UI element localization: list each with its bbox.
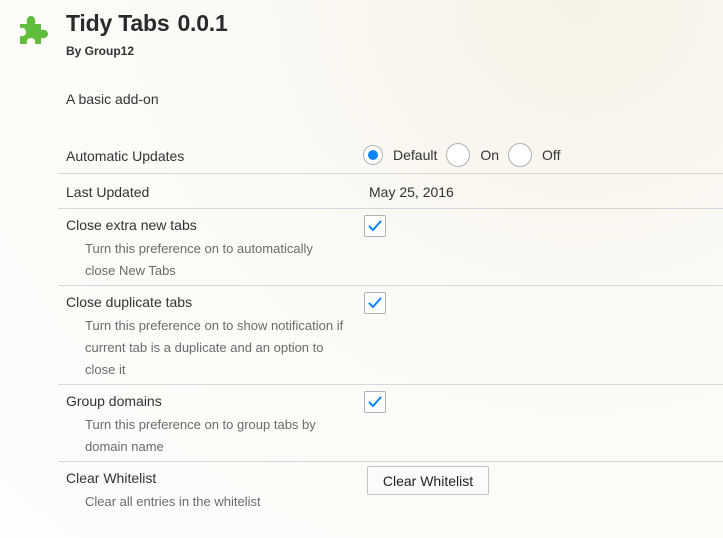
checkmark-icon (368, 396, 382, 407)
addon-title: Tidy Tabs (66, 10, 170, 36)
pref-label: Close extra new tabs (66, 217, 197, 233)
pref-label: Close duplicate tabs (66, 294, 193, 310)
radio-on[interactable] (446, 143, 471, 167)
addon-version: 0.0.1 (177, 10, 228, 36)
radio-on-label[interactable]: On (480, 147, 499, 163)
automatic-updates-label: Automatic Updates (66, 148, 185, 164)
clear-whitelist-help: Clear all entries in the whitelist (85, 494, 261, 509)
clear-whitelist-label: Clear Whitelist (66, 470, 157, 486)
pref-help-line: Turn this preference on to group tabs by (85, 417, 316, 432)
automatic-updates-radio-group: Default On Off (363, 143, 569, 167)
pref-row-close-extra-new-tabs: Close extra new tabs Turn this preferenc… (58, 208, 723, 285)
clear-whitelist-row: Clear Whitelist Clear all entries in the… (58, 461, 723, 521)
radio-default[interactable] (363, 145, 383, 165)
pref-help-line: domain name (85, 439, 164, 454)
radio-selected-dot (368, 150, 378, 160)
pref-help-line: Turn this preference on to show notifica… (85, 318, 344, 333)
addon-description: A basic add-on (66, 91, 159, 107)
pref-help: Turn this preference on to group tabs by… (85, 414, 375, 458)
pref-help-line: close it (85, 362, 126, 377)
last-updated-row: Last Updated May 25, 2016 (58, 173, 723, 208)
group-domains-checkbox[interactable] (364, 391, 386, 413)
addon-creator: By Group12 (66, 44, 135, 58)
pref-row-group-domains: Group domains Turn this preference on to… (58, 384, 723, 461)
radio-off[interactable] (508, 143, 533, 167)
pref-help-line: current tab is a duplicate and an option… (85, 340, 324, 355)
checkmark-icon (368, 220, 382, 231)
pref-row-close-duplicate-tabs: Close duplicate tabs Turn this preferenc… (58, 285, 723, 384)
pref-help-line: close New Tabs (85, 263, 176, 278)
clear-whitelist-button[interactable]: Clear Whitelist (367, 466, 489, 495)
last-updated-value: May 25, 2016 (369, 184, 454, 200)
pref-help: Turn this preference on to automatically… (85, 238, 375, 282)
pref-label: Group domains (66, 393, 162, 409)
automatic-updates-row: Automatic Updates Default On Off (58, 140, 723, 173)
radio-default-label[interactable]: Default (393, 147, 437, 163)
radio-off-label[interactable]: Off (542, 147, 560, 163)
last-updated-label: Last Updated (66, 184, 150, 200)
puzzle-piece-icon (17, 14, 49, 46)
pref-help-line: Turn this preference on to automatically (85, 241, 313, 256)
checkmark-icon (368, 297, 382, 308)
close-extra-new-tabs-checkbox[interactable] (364, 215, 386, 237)
addon-name: Tidy Tabs 0.0.1 (66, 10, 228, 37)
pref-help: Turn this preference on to show notifica… (85, 315, 375, 381)
close-duplicate-tabs-checkbox[interactable] (364, 292, 386, 314)
